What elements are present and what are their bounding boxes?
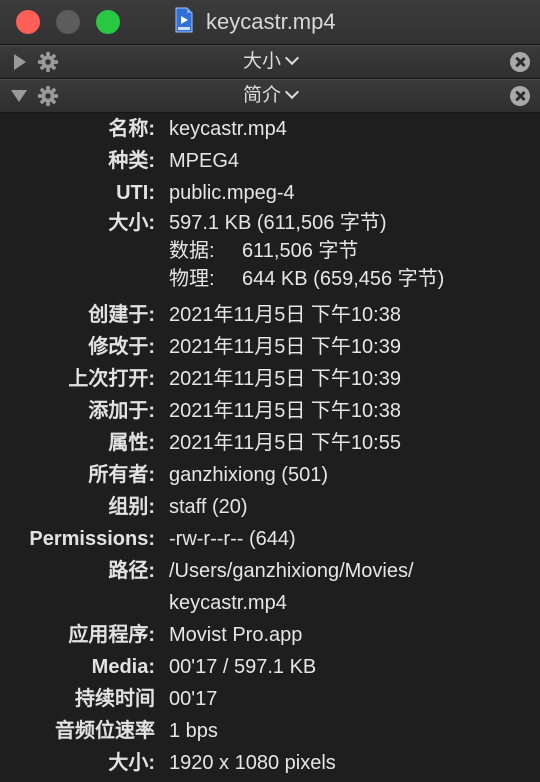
window-title: keycastr.mp4 bbox=[206, 9, 336, 34]
value-permissions: -rw-r--r-- (644) bbox=[169, 528, 296, 550]
value-path-line2: keycastr.mp4 bbox=[169, 592, 287, 614]
label-last-opened: 上次打开: bbox=[68, 368, 155, 390]
info-row-data-size: 数据: 611,506 字节 bbox=[0, 237, 540, 265]
section-header-size[interactable]: 大小 bbox=[0, 45, 540, 79]
value-name: keycastr.mp4 bbox=[169, 118, 287, 140]
info-row-attributes: 属性: 2021年11月5日 下午10:55 bbox=[0, 427, 540, 459]
label-owner: 所有者: bbox=[88, 464, 155, 486]
value-physical-size: 物理: 644 KB (659,456 字节) bbox=[169, 265, 444, 293]
info-row-audio-bitrate: 音频位速率 1 bps bbox=[0, 715, 540, 747]
info-row-modified: 修改于: 2021年11月5日 下午10:39 bbox=[0, 331, 540, 363]
value-dimensions: 1920 x 1080 pixels bbox=[169, 752, 336, 774]
value-kind: MPEG4 bbox=[169, 150, 240, 172]
value-last-opened: 2021年11月5日 下午10:39 bbox=[169, 368, 401, 390]
label-data-size: 数据: bbox=[169, 240, 215, 262]
section-title-general[interactable]: 简介 bbox=[0, 84, 540, 107]
info-row-path-continued: keycastr.mp4 bbox=[0, 587, 540, 619]
zoom-window-button[interactable] bbox=[96, 10, 120, 34]
value-uti: public.mpeg-4 bbox=[169, 182, 295, 204]
info-row-name: 名称: keycastr.mp4 bbox=[0, 113, 540, 145]
info-window: keycastr.mp4 大小 简介 名称: keycastr.mp4 种类: … bbox=[0, 0, 540, 782]
close-section-button[interactable] bbox=[510, 52, 530, 72]
info-row-application: 应用程序: Movist Pro.app bbox=[0, 619, 540, 651]
label-audio-bitrate: 音频位速率 bbox=[55, 720, 155, 742]
section-title-size-text: 大小 bbox=[242, 51, 281, 72]
label-permissions: Permissions: bbox=[29, 528, 155, 550]
label-physical-size: 物理: bbox=[169, 268, 215, 290]
info-row-permissions: Permissions: -rw-r--r-- (644) bbox=[0, 523, 540, 555]
value-size: 597.1 KB (611,506 字节) bbox=[169, 212, 387, 234]
section-header-general[interactable]: 简介 bbox=[0, 79, 540, 113]
value-group: staff (20) bbox=[169, 496, 248, 518]
label-added: 添加于: bbox=[88, 400, 155, 422]
close-section-button[interactable] bbox=[510, 86, 530, 106]
info-row-physical-size: 物理: 644 KB (659,456 字节) bbox=[0, 265, 540, 293]
label-duration: 持续时间 bbox=[75, 688, 155, 710]
info-row-media: Media: 00'17 / 597.1 KB bbox=[0, 651, 540, 683]
section-title-size[interactable]: 大小 bbox=[0, 50, 540, 73]
value-data-size: 数据: 611,506 字节 bbox=[169, 237, 358, 265]
chevron-down-icon bbox=[284, 50, 300, 66]
value-modified: 2021年11月5日 下午10:39 bbox=[169, 336, 401, 358]
title-bar[interactable]: keycastr.mp4 bbox=[0, 0, 540, 45]
chevron-down-icon bbox=[284, 84, 300, 100]
label-dimensions: 大小: bbox=[108, 752, 155, 774]
minimize-window-button[interactable] bbox=[56, 10, 80, 34]
info-row-created: 创建于: 2021年11月5日 下午10:38 bbox=[0, 299, 540, 331]
info-row-size: 大小: 597.1 KB (611,506 字节) bbox=[0, 209, 540, 237]
value-duration: 00'17 bbox=[169, 688, 218, 710]
section-title-general-text: 简介 bbox=[242, 85, 281, 106]
value-data-size-text: 611,506 字节 bbox=[242, 240, 359, 262]
info-row-uti: UTI: public.mpeg-4 bbox=[0, 177, 540, 209]
label-group: 组别: bbox=[108, 496, 155, 518]
close-window-button[interactable] bbox=[16, 10, 40, 34]
label-application: 应用程序: bbox=[68, 624, 155, 646]
info-row-owner: 所有者: ganzhixiong (501) bbox=[0, 459, 540, 491]
info-row-dimensions: 大小: 1920 x 1080 pixels bbox=[0, 747, 540, 779]
value-owner: ganzhixiong (501) bbox=[169, 464, 328, 486]
info-row-path: 路径: /Users/ganzhixiong/Movies/ bbox=[0, 555, 540, 587]
label-name: 名称: bbox=[108, 118, 155, 140]
value-application: Movist Pro.app bbox=[169, 624, 303, 646]
mp4-file-icon bbox=[175, 7, 193, 33]
value-physical-size-text: 644 KB (659,456 字节) bbox=[242, 268, 445, 290]
info-row-duration: 持续时间 00'17 bbox=[0, 683, 540, 715]
general-info-panel: 名称: keycastr.mp4 种类: MPEG4 UTI: public.m… bbox=[0, 113, 540, 779]
value-created: 2021年11月5日 下午10:38 bbox=[169, 304, 401, 326]
label-media: Media: bbox=[91, 656, 155, 678]
value-audio-bitrate: 1 bps bbox=[169, 720, 218, 742]
label-path: 路径: bbox=[108, 560, 155, 582]
label-size: 大小: bbox=[108, 212, 155, 234]
label-attributes: 属性: bbox=[108, 432, 155, 454]
value-path-line1: /Users/ganzhixiong/Movies/ bbox=[169, 560, 414, 582]
value-attributes: 2021年11月5日 下午10:55 bbox=[169, 432, 401, 454]
info-row-added: 添加于: 2021年11月5日 下午10:38 bbox=[0, 395, 540, 427]
label-modified: 修改于: bbox=[88, 336, 155, 358]
info-row-group: 组别: staff (20) bbox=[0, 491, 540, 523]
value-added: 2021年11月5日 下午10:38 bbox=[169, 400, 401, 422]
info-row-kind: 种类: MPEG4 bbox=[0, 145, 540, 177]
value-media: 00'17 / 597.1 KB bbox=[169, 656, 317, 678]
label-kind: 种类: bbox=[108, 150, 155, 172]
label-created: 创建于: bbox=[88, 304, 155, 326]
label-uti: UTI: bbox=[116, 182, 155, 204]
info-row-last-opened: 上次打开: 2021年11月5日 下午10:39 bbox=[0, 363, 540, 395]
